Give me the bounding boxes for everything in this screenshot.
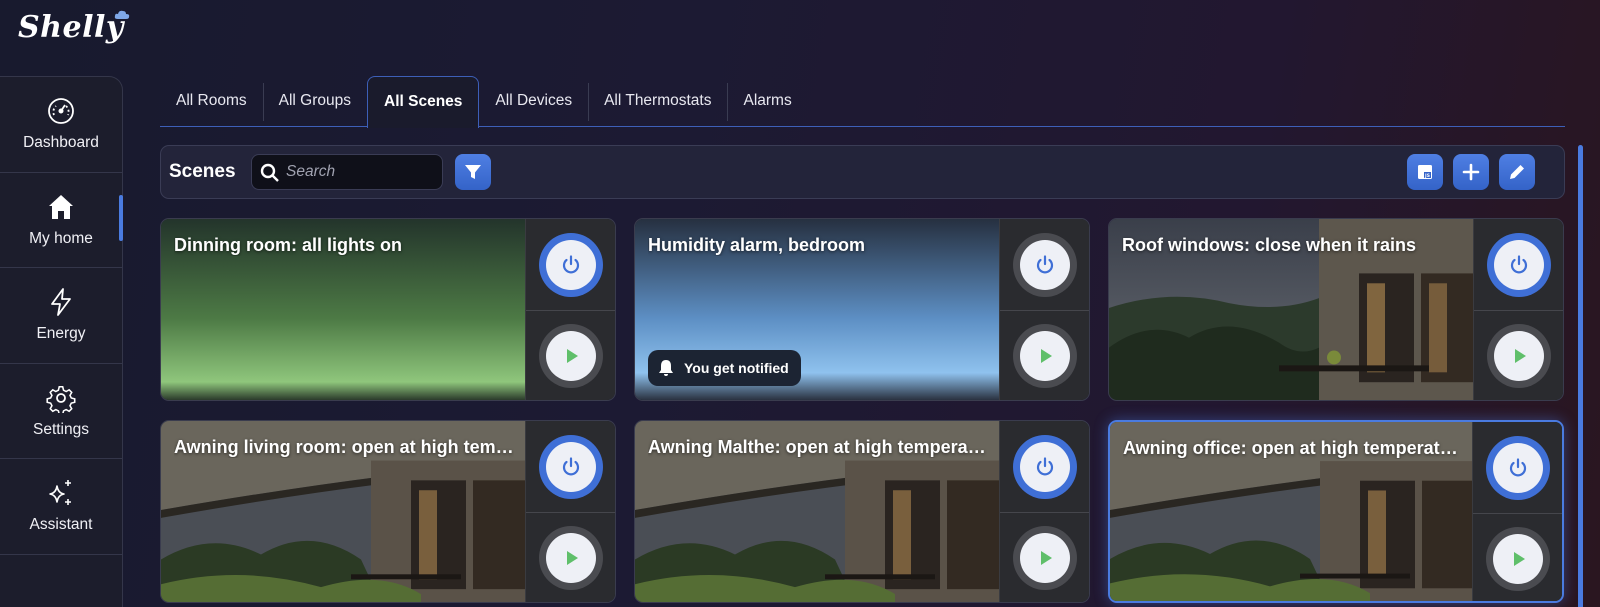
power-icon — [1509, 458, 1527, 477]
sidebar: Dashboard My home Energy Settings Assist… — [0, 76, 123, 607]
tab-all-devices[interactable]: All Devices — [479, 76, 588, 126]
pencil-icon — [1510, 165, 1524, 179]
scene-name: Awning Malthe: open at high temperature — [648, 437, 988, 457]
filter-button[interactable] — [455, 154, 491, 190]
scene-name: Humidity alarm, bedroom — [648, 235, 866, 255]
play-icon — [567, 349, 578, 363]
sidebar-item-settings[interactable]: Settings — [0, 364, 122, 459]
svg-text:JS: JS — [1424, 173, 1430, 179]
scene-card[interactable]: Roof windows: close when it rains — [1108, 218, 1564, 401]
play-icon — [1514, 552, 1525, 566]
scrollbar[interactable] — [1578, 145, 1583, 607]
lightning-icon — [51, 288, 71, 317]
edit-button[interactable] — [1499, 154, 1535, 190]
tab-all-rooms[interactable]: All Rooms — [160, 76, 263, 126]
search-icon — [260, 163, 279, 182]
scene-name: Roof windows: close when it rains — [1122, 235, 1417, 255]
power-icon — [1510, 255, 1528, 274]
page-title: Scenes — [169, 161, 236, 182]
scene-run-button[interactable] — [1486, 527, 1550, 591]
bell-icon — [659, 360, 673, 376]
play-icon — [1041, 551, 1052, 565]
plus-icon — [1462, 163, 1480, 181]
scene-controls — [525, 219, 615, 400]
scene-card[interactable]: Awning Malthe: open at high temperature — [634, 420, 1090, 603]
power-icon — [1036, 255, 1054, 274]
sidebar-item-label: Dashboard — [23, 134, 99, 152]
tab-all-groups[interactable]: All Groups — [262, 76, 367, 126]
tab-all-thermostats[interactable]: All Thermostats — [588, 76, 727, 126]
shelly-logo: Shelly — [18, 10, 130, 50]
add-scene-button[interactable] — [1453, 154, 1489, 190]
sidebar-item-label: Assistant — [29, 516, 93, 534]
search-box — [251, 154, 443, 190]
sidebar-item-label: Energy — [36, 325, 86, 343]
scene-name: Awning office: open at high temperature — [1123, 438, 1463, 458]
scene-run-button[interactable] — [1487, 324, 1551, 388]
power-icon — [562, 255, 580, 274]
play-icon — [567, 551, 578, 565]
scene-card[interactable]: Awning living room: open at high tempera… — [160, 420, 616, 603]
tab-bar: All Rooms All Groups All Scenes All Devi… — [160, 76, 1565, 128]
scenes-toolbar: Scenes JS — [160, 145, 1565, 199]
script-button[interactable]: JS — [1407, 154, 1443, 190]
js-file-icon: JS — [1418, 165, 1432, 179]
gear-icon — [46, 385, 76, 413]
scene-name: Dinning room: all lights on — [174, 235, 402, 255]
search-input[interactable] — [286, 155, 436, 189]
notification-badge: You get notified — [648, 350, 801, 386]
sidebar-item-energy[interactable]: Energy — [0, 268, 122, 364]
scene-card[interactable]: Humidity alarm, bedroom You get notified — [634, 218, 1090, 401]
sparkle-icon — [49, 480, 71, 506]
filter-icon — [465, 165, 481, 179]
gauge-icon — [48, 98, 74, 125]
scene-controls — [525, 421, 615, 602]
scene-power-button[interactable] — [1487, 233, 1551, 297]
power-icon — [562, 457, 580, 476]
scene-controls — [999, 219, 1089, 400]
scene-power-button[interactable] — [539, 233, 603, 297]
tab-all-scenes[interactable]: All Scenes — [367, 76, 480, 128]
scene-run-button[interactable] — [1013, 526, 1077, 590]
scene-power-button[interactable] — [539, 435, 603, 499]
play-icon — [1041, 349, 1052, 363]
scene-controls — [999, 421, 1089, 602]
power-icon — [1036, 457, 1054, 476]
scene-run-button[interactable] — [539, 324, 603, 388]
scene-controls — [1472, 422, 1562, 601]
tab-alarms[interactable]: Alarms — [727, 76, 807, 126]
home-icon — [49, 194, 73, 219]
play-icon — [1515, 349, 1526, 363]
scene-run-button[interactable] — [539, 526, 603, 590]
sidebar-item-my-home[interactable]: My home — [0, 173, 123, 268]
scene-card[interactable]: Awning office: open at high temperature — [1108, 420, 1564, 603]
scene-power-button[interactable] — [1013, 435, 1077, 499]
scene-run-button[interactable] — [1013, 324, 1077, 388]
scene-power-button[interactable] — [1486, 436, 1550, 500]
scene-card[interactable]: Dinning room: all lights on — [160, 218, 616, 401]
sidebar-item-dashboard[interactable]: Dashboard — [0, 77, 122, 173]
sidebar-item-assistant[interactable]: Assistant — [0, 459, 122, 555]
scene-name: Awning living room: open at high tempera… — [174, 437, 514, 457]
sidebar-item-label: Settings — [32, 420, 89, 438]
cloud-icon — [114, 10, 130, 19]
scene-power-button[interactable] — [1013, 233, 1077, 297]
scene-controls — [1473, 219, 1563, 400]
sidebar-item-label: My home — [29, 229, 93, 247]
